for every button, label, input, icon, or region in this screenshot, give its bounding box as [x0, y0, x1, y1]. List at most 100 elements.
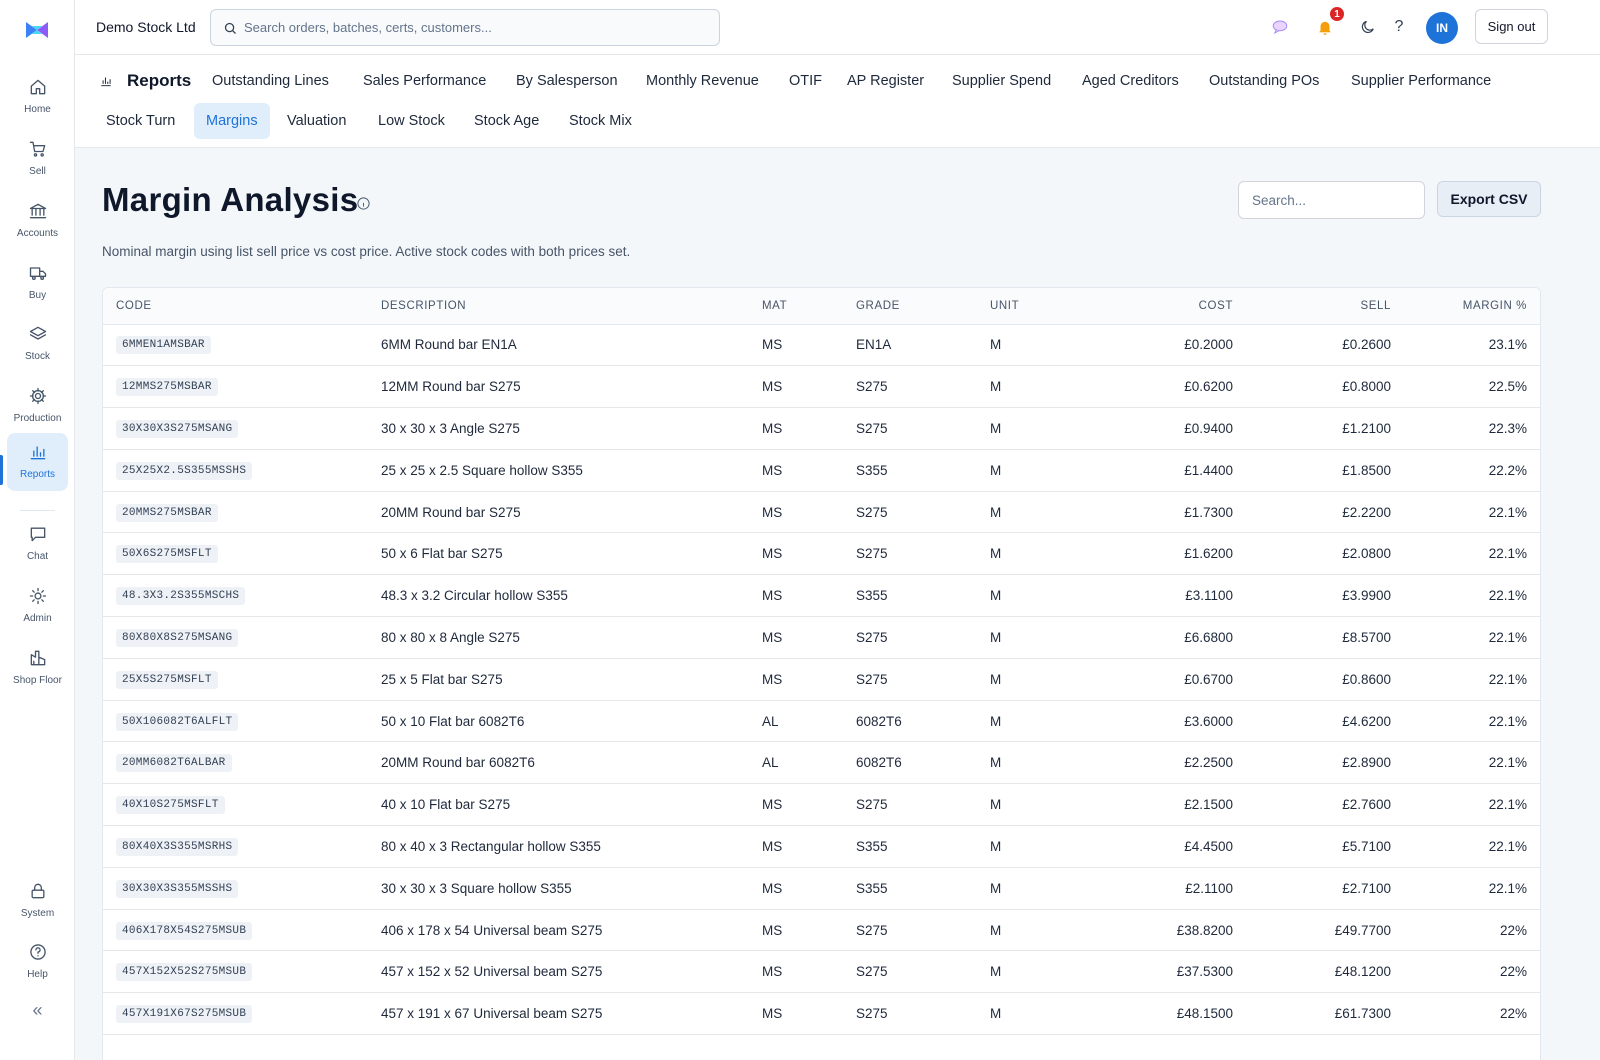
stock-code-chip: 30X30X3S275MSANG	[116, 419, 239, 438]
tab-supplier-performance[interactable]: Supplier Performance	[1339, 63, 1503, 99]
global-search-input[interactable]	[244, 10, 704, 45]
tab-otif[interactable]: OTIF	[777, 63, 834, 99]
column-header-sell[interactable]: SELL	[1233, 288, 1391, 325]
column-header-cost[interactable]: COST	[1110, 288, 1233, 325]
sign-out-button[interactable]: Sign out	[1475, 9, 1548, 44]
table-row[interactable]: 48.3X3.2S355MSCHS 48.3 x 3.2 Circular hol…	[103, 574, 1540, 618]
column-header-mat[interactable]: MAT	[762, 288, 856, 325]
table-row[interactable]: 50X6S275MSFLT 50 x 6 Flat bar S275 MS S275 M…	[103, 532, 1540, 576]
collapse-sidebar-button[interactable]: «	[0, 1000, 75, 1021]
unit-cell: M	[990, 825, 1110, 868]
unit-cell: M	[990, 491, 1110, 534]
tab-stock-turn[interactable]: Stock Turn	[94, 103, 187, 139]
sell-cell: £4.6200	[1233, 700, 1391, 743]
unit-cell: M	[990, 574, 1110, 618]
tab-outstanding-lines[interactable]: Outstanding Lines	[200, 63, 341, 99]
table-row[interactable]: 457X152X52S275MSUB 457 x 152 x 52 Univers…	[103, 950, 1540, 994]
table-row[interactable]: 50X106082T6ALFLT 50 x 10 Flat bar 6082T6 A…	[103, 700, 1540, 743]
sidebar-item-accounts[interactable]: Accounts	[7, 192, 68, 250]
table-row[interactable]: 20MM6082T6ALBAR 20MM Round bar 6082T6 AL 60…	[103, 741, 1540, 785]
tab-margins[interactable]: Margins	[194, 103, 270, 139]
sidebar-item-reports[interactable]: Reports	[7, 433, 68, 491]
tab-outstanding-pos[interactable]: Outstanding POs	[1197, 63, 1331, 99]
home-icon	[27, 76, 49, 98]
column-header-code[interactable]: CODE	[103, 288, 381, 325]
sidebar-item-home[interactable]: Home	[7, 68, 68, 126]
info-icon[interactable]	[356, 196, 371, 211]
grade-cell: S275	[856, 616, 990, 659]
company-name: Demo Stock Ltd	[96, 19, 196, 35]
sidebar-item-help[interactable]: Help	[7, 933, 68, 991]
sidebar-item-shop-floor[interactable]: Shop Floor	[7, 639, 68, 697]
sidebar-item-admin[interactable]: Admin	[7, 577, 68, 635]
sidebar-item-stock[interactable]: Stock	[7, 315, 68, 373]
grade-cell: S355	[856, 825, 990, 868]
sidebar-item-label: Help	[27, 969, 48, 980]
factory-icon	[27, 647, 49, 669]
table-row[interactable]: 406X178X54S275MSUB 406 x 178 x 54 Univers…	[103, 909, 1540, 952]
table-row[interactable]: 40X10S275MSFLT 40 x 10 Flat bar S275 MS S27…	[103, 783, 1540, 827]
table-row[interactable]: 25X25X2.5S355MSSHS 25 x 25 x 2.5 Square h…	[103, 449, 1540, 492]
sidebar-item-sell[interactable]: Sell	[7, 130, 68, 188]
tab-stock-mix[interactable]: Stock Mix	[557, 103, 644, 139]
cost-cell: £1.7300	[1110, 491, 1233, 534]
description-cell: 30 x 30 x 3 Square hollow S355	[381, 867, 762, 910]
mat-cell: MS	[762, 909, 856, 952]
stock-code-chip: 25X25X2.5S355MSSHS	[116, 461, 253, 480]
tab-ap-register[interactable]: AP Register	[835, 63, 936, 99]
description-cell: 12MM Round bar S275	[381, 365, 762, 409]
avatar[interactable]: IN	[1426, 12, 1458, 44]
table-row[interactable]: 30X30X3S355MSSHS 30 x 30 x 3 Square hollo…	[103, 867, 1540, 910]
table-row[interactable]: 30X30X3S275MSANG 30 x 30 x 3 Angle S275 MS…	[103, 407, 1540, 450]
table-row[interactable]: 25X5S275MSFLT 25 x 5 Flat bar S275 MS S275 M…	[103, 658, 1540, 701]
unit-cell: M	[990, 867, 1110, 910]
tab-sales-performance[interactable]: Sales Performance	[351, 63, 498, 99]
table-search-input[interactable]	[1238, 181, 1425, 219]
table-row[interactable]: 20MMS275MSBAR 20MM Round bar S275 MS S275 M £…	[103, 491, 1540, 534]
mat-cell: MS	[762, 324, 856, 367]
column-header-margin[interactable]: MARGIN %	[1391, 288, 1540, 325]
sidebar-item-production[interactable]: Production	[7, 377, 68, 435]
sell-cell: £48.1200	[1233, 950, 1391, 994]
tab-stock-age[interactable]: Stock Age	[462, 103, 551, 139]
tab-aged-creditors[interactable]: Aged Creditors	[1070, 63, 1191, 99]
description-cell: 48.3 x 3.2 Circular hollow S355	[381, 574, 762, 618]
sell-cell: £0.2600	[1233, 324, 1391, 367]
main-content: Margin Analysis Nominal margin using lis…	[75, 148, 1600, 1060]
sell-cell: £2.0800	[1233, 532, 1391, 576]
tab-supplier-spend[interactable]: Supplier Spend	[940, 63, 1063, 99]
sidebar-item-chat[interactable]: Chat	[7, 515, 68, 573]
tab-low-stock[interactable]: Low Stock	[366, 103, 457, 139]
table-row[interactable]: 457X191X67S275MSUB 457 x 191 x 67 Univers…	[103, 992, 1540, 1036]
table-row[interactable]: 80X80X8S275MSANG 80 x 80 x 8 Angle S275 MS…	[103, 616, 1540, 659]
code-cell: 30X30X3S275MSANG	[103, 407, 381, 450]
column-header-description[interactable]: DESCRIPTION	[381, 288, 762, 325]
help-question-icon[interactable]: ?	[1388, 16, 1410, 38]
sidebar-item-buy[interactable]: Buy	[7, 254, 68, 312]
grade-cell: S275	[856, 407, 990, 450]
table-row[interactable]: 12MMS275MSBAR 12MM Round bar S275 MS S275 M £…	[103, 365, 1540, 409]
sell-cell: £1.2100	[1233, 407, 1391, 450]
margin-cell: 22.1%	[1391, 741, 1540, 785]
app-logo-icon[interactable]	[24, 18, 50, 42]
sidebar-item-label: Stock	[24, 351, 50, 362]
export-csv-button[interactable]: Export CSV	[1437, 181, 1541, 217]
column-header-grade[interactable]: GRADE	[856, 288, 990, 325]
cost-cell: £0.9400	[1110, 407, 1233, 450]
tab-monthly-revenue[interactable]: Monthly Revenue	[634, 63, 771, 99]
cost-cell: £0.6700	[1110, 658, 1233, 701]
tab-valuation[interactable]: Valuation	[275, 103, 358, 139]
mat-cell: MS	[762, 365, 856, 409]
column-header-unit[interactable]: UNIT	[990, 288, 1110, 325]
dark-mode-moon-icon[interactable]	[1357, 16, 1379, 38]
code-cell: 12MMS275MSBAR	[103, 365, 381, 409]
cost-cell: £2.1100	[1110, 867, 1233, 910]
sell-cell: £8.5700	[1233, 616, 1391, 659]
sidebar-item-label: Chat	[26, 551, 49, 562]
tab-by-salesperson[interactable]: By Salesperson	[504, 63, 630, 99]
table-row[interactable]: 80X40X3S355MSRHS 80 x 40 x 3 Rectangular …	[103, 825, 1540, 868]
sidebar-item-system[interactable]: System	[7, 872, 68, 930]
table-row[interactable]: 6MMEN1AMSBAR 6MM Round bar EN1A MS EN1A M £0.…	[103, 324, 1540, 367]
code-cell: 80X80X8S275MSANG	[103, 616, 381, 659]
chat-bubble-icon[interactable]	[1269, 16, 1291, 38]
